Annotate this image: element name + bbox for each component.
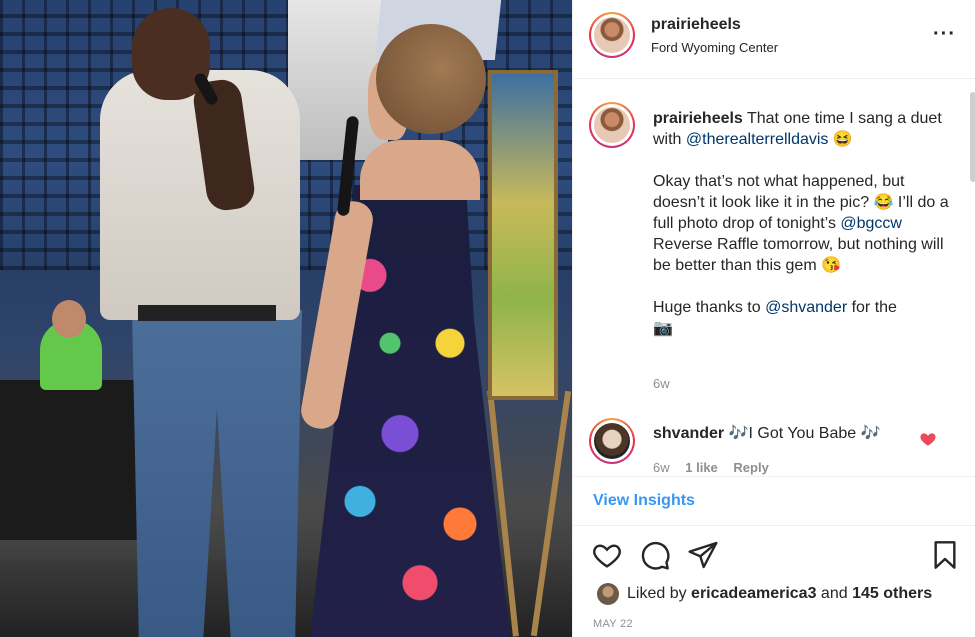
post-caption: prairieheels That one time I sang a duet… bbox=[653, 108, 953, 339]
liked-by-text: Liked by ericadeamerica3 and 145 others bbox=[627, 585, 932, 603]
music-emoji: 🎶 bbox=[860, 425, 881, 442]
liked-heart-icon[interactable] bbox=[919, 430, 937, 448]
mention-link[interactable]: @shvander bbox=[765, 299, 847, 316]
post-side-panel: prairieheels Ford Wyoming Center ··· pra… bbox=[572, 0, 975, 637]
post-actions bbox=[573, 527, 975, 577]
post-photo[interactable] bbox=[0, 0, 572, 637]
caption-username[interactable]: prairieheels bbox=[653, 110, 743, 127]
more-options-icon[interactable]: ··· bbox=[933, 24, 956, 44]
comment-meta: 6w 1 like Reply bbox=[653, 460, 781, 475]
caption-timestamp[interactable]: 6w bbox=[653, 376, 670, 391]
comment-text: shvander 🎶I Got You Babe 🎶 bbox=[653, 423, 881, 443]
background-table bbox=[0, 380, 140, 540]
liker-avatar[interactable] bbox=[597, 583, 619, 605]
background-child-head bbox=[52, 300, 86, 338]
comment-likes[interactable]: 1 like bbox=[685, 460, 718, 475]
liker-username[interactable]: ericadeamerica3 bbox=[691, 585, 816, 602]
mention-link[interactable]: @bgccw bbox=[840, 215, 902, 232]
liked-by-mid: and bbox=[816, 585, 853, 602]
man-belt bbox=[138, 305, 276, 321]
mention-link[interactable]: @therealterrelldavis bbox=[686, 131, 829, 148]
emoji: 😆 bbox=[832, 131, 853, 148]
insights-bar: View Insights bbox=[573, 476, 975, 526]
emoji: 😘 bbox=[821, 257, 842, 274]
comment-item: shvander 🎶I Got You Babe 🎶 6w 1 like Rep… bbox=[573, 410, 975, 475]
scrollbar[interactable] bbox=[970, 92, 975, 182]
view-insights-link[interactable]: View Insights bbox=[593, 492, 695, 510]
comment-timestamp[interactable]: 6w bbox=[653, 460, 670, 475]
bookmark-icon[interactable] bbox=[929, 539, 961, 571]
caption-text: Okay that’s not what happened, but doesn… bbox=[653, 173, 905, 211]
heart-outline-icon[interactable] bbox=[591, 539, 623, 571]
comment-body: I Got You Babe bbox=[748, 425, 861, 442]
author-avatar[interactable] bbox=[589, 12, 635, 58]
post-date[interactable]: MAY 22 bbox=[593, 618, 633, 630]
caption-text: Huge thanks to bbox=[653, 299, 766, 316]
woman-hair bbox=[376, 24, 486, 134]
caption-text: Reverse Raffle tomorrow, but nothing wil… bbox=[653, 236, 944, 274]
caption-avatar[interactable] bbox=[589, 102, 635, 148]
easel-painting bbox=[488, 70, 558, 400]
reply-button[interactable]: Reply bbox=[733, 460, 768, 475]
paper-plane-icon[interactable] bbox=[687, 539, 719, 571]
post-location[interactable]: Ford Wyoming Center bbox=[651, 40, 778, 55]
camera-emoji: 📷 bbox=[653, 320, 673, 337]
emoji: 😂 bbox=[873, 194, 894, 211]
likes-others-link[interactable]: 145 others bbox=[852, 585, 932, 602]
comments-section[interactable]: prairieheels That one time I sang a duet… bbox=[573, 80, 975, 475]
caption-text: for the bbox=[847, 299, 897, 316]
comment-icon[interactable] bbox=[639, 539, 671, 571]
woman-shoulders bbox=[360, 140, 480, 200]
music-emoji: 🎶 bbox=[728, 425, 749, 442]
author-username[interactable]: prairieheels bbox=[651, 16, 741, 34]
commenter-avatar[interactable] bbox=[589, 418, 635, 464]
commenter-username[interactable]: shvander bbox=[653, 425, 724, 442]
post-header: prairieheels Ford Wyoming Center ··· bbox=[573, 0, 975, 79]
likes-row: Liked by ericadeamerica3 and 145 others bbox=[573, 577, 975, 613]
liked-by-prefix: Liked by bbox=[627, 585, 692, 602]
